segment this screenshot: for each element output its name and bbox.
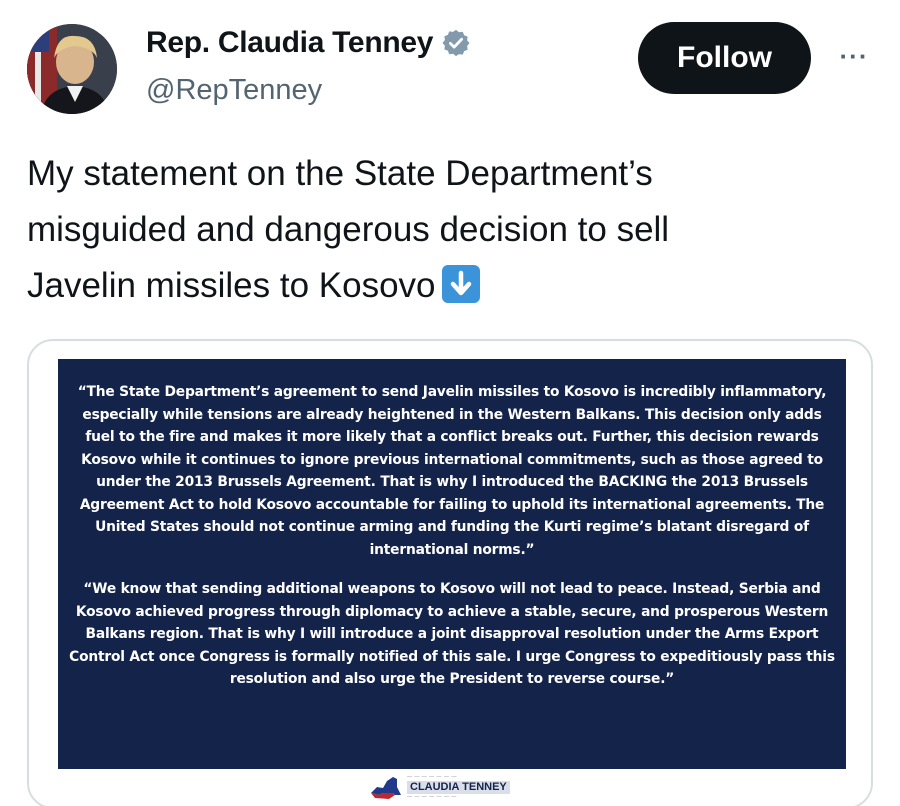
- follow-button[interactable]: Follow: [638, 22, 811, 94]
- avatar-photo: [27, 24, 117, 114]
- avatar[interactable]: [27, 24, 117, 114]
- verified-badge-icon: [441, 28, 471, 58]
- tweet-text-line: misguided and dangerous decision to sell: [27, 210, 670, 249]
- tweet-text-line: My statement on the State Department’s: [27, 154, 653, 193]
- logo-small-text: — — — — — — —: [407, 773, 457, 780]
- statement-paragraph-2: “We know that sending additional weapons…: [69, 581, 835, 687]
- tweet-text: My statement on the State Department’s m…: [27, 146, 847, 314]
- author-handle[interactable]: @RepTenney: [146, 74, 322, 107]
- more-options-icon[interactable]: ···: [832, 34, 876, 78]
- tenney-logo: — — — — — — — CLAUDIA TENNEY — — — — — —…: [369, 769, 539, 805]
- logo-name: CLAUDIA TENNEY: [407, 780, 510, 794]
- author-name[interactable]: Rep. Claudia Tenney: [146, 26, 471, 60]
- media-card[interactable]: “The State Department’s agreement to sen…: [27, 339, 873, 806]
- tweet-text-line: Javelin missiles to Kosovo: [27, 258, 847, 314]
- logo-small-text: — — — — — — —: [407, 793, 457, 800]
- logo-text: — — — — — — — CLAUDIA TENNEY — — — — — —…: [407, 773, 510, 800]
- author-name-text: Rep. Claudia Tenney: [146, 26, 434, 59]
- tweet-card: Rep. Claudia Tenney @RepTenney Follow ··…: [0, 0, 900, 806]
- statement-paragraph-1: “The State Department’s agreement to sen…: [77, 384, 827, 558]
- tweet-text-line-3: Javelin missiles to Kosovo: [27, 266, 436, 305]
- new-york-state-icon: [371, 777, 401, 799]
- statement-image: “The State Department’s agreement to sen…: [58, 359, 846, 769]
- down-arrow-emoji-icon: [441, 265, 480, 303]
